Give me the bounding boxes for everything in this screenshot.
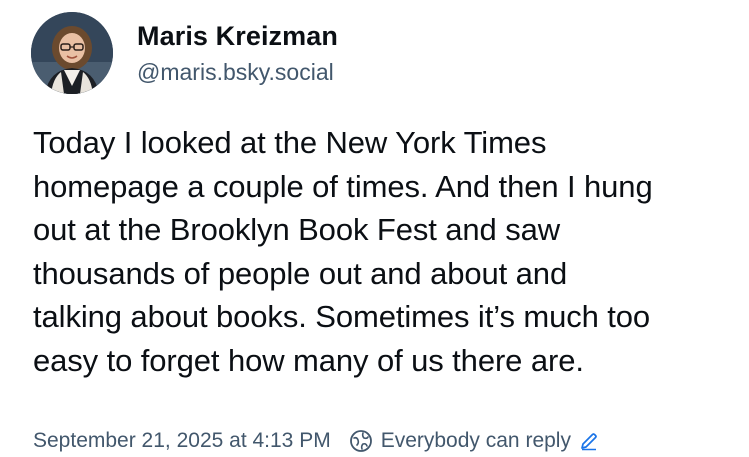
author-display-name[interactable]: Maris Kreizman <box>137 20 338 52</box>
author-info: Maris Kreizman @maris.bsky.social <box>137 20 338 86</box>
post-card: Maris Kreizman @maris.bsky.social Today … <box>0 0 749 457</box>
post-timestamp[interactable]: September 21, 2025 at 4:13 PM <box>33 427 331 455</box>
avatar[interactable] <box>31 12 113 94</box>
author-handle[interactable]: @maris.bsky.social <box>137 58 338 86</box>
reply-setting-label: Everybody can reply <box>380 429 571 452</box>
pencil-icon <box>581 433 597 451</box>
post-text: Today I looked at the New York Times hom… <box>33 125 653 378</box>
avatar-image <box>31 12 113 94</box>
post-meta: September 21, 2025 at 4:13 PM Everybody … <box>33 427 599 455</box>
reply-setting-button[interactable]: Everybody can reply <box>349 427 599 455</box>
globe-icon <box>349 430 372 452</box>
